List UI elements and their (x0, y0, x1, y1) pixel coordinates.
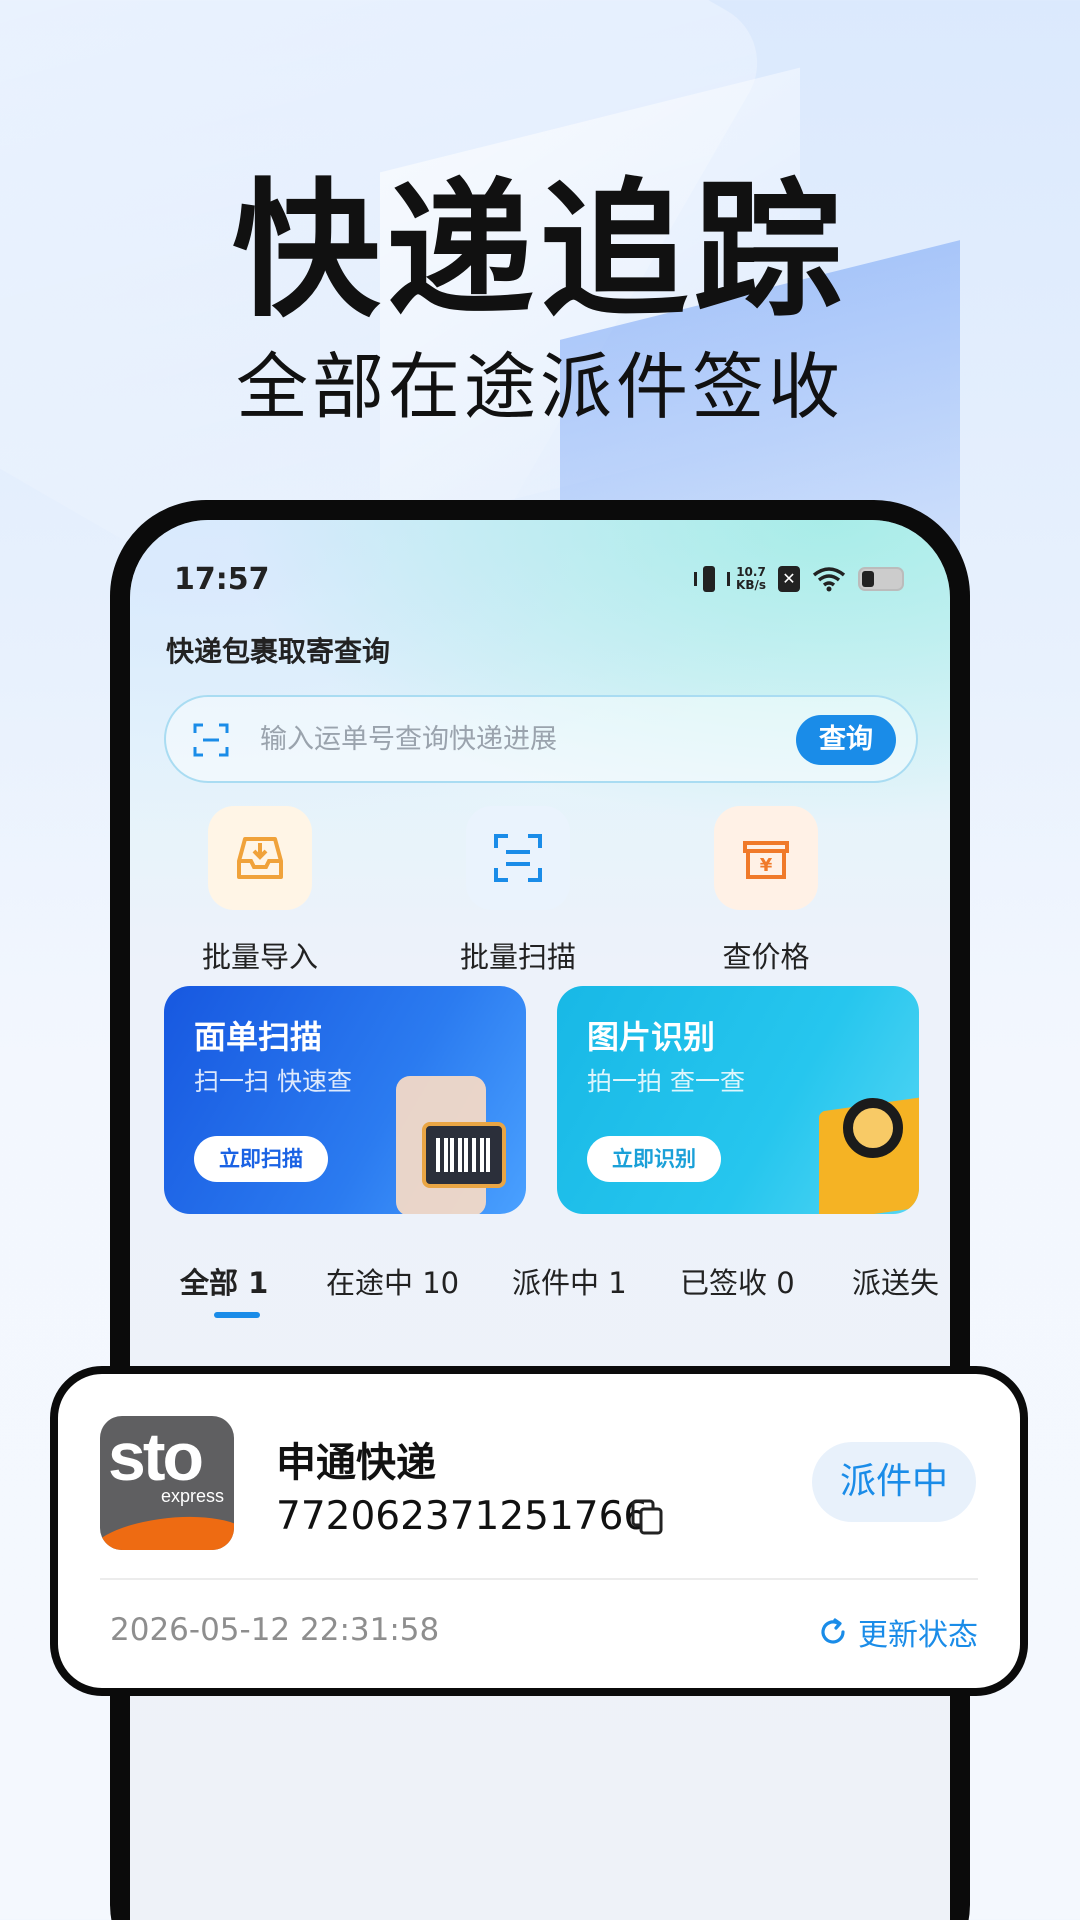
app-title: 快递包裹取寄查询 (166, 635, 391, 668)
banner-subtitle: 扫一扫 快速查 (194, 1067, 352, 1096)
battery-icon (858, 567, 904, 591)
tab-signed[interactable]: 已签收 0 (680, 1260, 795, 1302)
svg-text:¥: ¥ (760, 855, 773, 876)
quick-action-batch-scan[interactable]: 批量扫描 (418, 806, 618, 976)
shipment-card[interactable]: sto express 申通快递 772062371251766 派件中 202… (50, 1366, 1028, 1696)
refresh-label: 更新状态 (858, 1618, 978, 1653)
logo-text: sto (108, 1419, 204, 1495)
banner-title: 图片识别 (587, 1018, 716, 1056)
quick-action-label: 查价格 (722, 940, 810, 974)
sto-logo: sto express (100, 1416, 234, 1550)
quick-action-batch-import[interactable]: 批量导入 (160, 806, 360, 976)
refresh-icon (821, 1618, 845, 1644)
tab-in-transit[interactable]: 在途中 10 (326, 1260, 459, 1302)
banner-title: 面单扫描 (194, 1018, 323, 1056)
status-icons: 10.7 KB/s ✕ (694, 566, 904, 592)
quick-action-price[interactable]: ¥ 查价格 (666, 806, 866, 976)
divider (100, 1578, 978, 1580)
search-input[interactable] (260, 719, 760, 759)
phone-screen: 17:57 10.7 KB/s ✕ 快递包裹取寄查询 输入运单号查询快递进展 查… (130, 520, 950, 1920)
price-box-icon: ¥ (714, 806, 818, 910)
wifi-icon (812, 567, 846, 592)
scan-now-button[interactable]: 立即扫描 (194, 1136, 328, 1182)
tab-all[interactable]: 全部 1 (180, 1260, 268, 1302)
no-sim-icon: ✕ (778, 566, 800, 592)
search-button[interactable]: 查询 (796, 715, 896, 765)
banner-subtitle: 拍一拍 查一查 (587, 1067, 745, 1096)
status-bar: 17:57 10.7 KB/s ✕ (174, 562, 904, 602)
search-bar[interactable]: 查询 (164, 695, 918, 783)
logo-swoosh (100, 1509, 234, 1550)
banner-label-scan[interactable]: 面单扫描 扫一扫 快速查 立即扫描 (164, 986, 526, 1214)
tab-delivering[interactable]: 派件中 1 (512, 1260, 627, 1302)
hero-subtitle: 全部在途派件签收 (235, 345, 844, 429)
tab-failed[interactable]: 派送失 (852, 1260, 939, 1302)
net-speed: 10.7 KB/s (736, 566, 766, 592)
copy-icon[interactable] (630, 1498, 664, 1536)
quick-action-label: 批量扫描 (459, 940, 576, 974)
banner-image-recognition[interactable]: 图片识别 拍一拍 查一查 立即识别 (557, 986, 919, 1214)
carrier-name: 申通快递 (276, 1440, 436, 1486)
active-tab-indicator (214, 1312, 260, 1318)
refresh-status-button[interactable]: 更新状态 (818, 1610, 978, 1654)
tracking-number: 772062371251766 (276, 1494, 649, 1539)
quick-action-label: 批量导入 (201, 940, 318, 974)
update-timestamp: 2026-05-12 22:31:58 (110, 1612, 440, 1648)
barcode-illustration (422, 1122, 506, 1188)
scan-icon (466, 806, 570, 910)
scan-icon[interactable] (192, 721, 230, 759)
hero-title: 快递追踪 (232, 165, 848, 337)
status-tabs: 全部 1 在途中 10 派件中 1 已签收 0 派送失 (130, 1260, 950, 1320)
net-speed-unit: KB/s (736, 578, 766, 592)
logo-subtext: express (160, 1486, 224, 1506)
phone-frame: 17:57 10.7 KB/s ✕ 快递包裹取寄查询 输入运单号查询快递进展 查… (110, 500, 970, 1920)
status-badge: 派件中 (812, 1442, 976, 1522)
magnifier-icon (843, 1098, 903, 1158)
recognize-now-button[interactable]: 立即识别 (587, 1136, 721, 1182)
inbox-download-icon (208, 806, 312, 910)
vibrate-icon (694, 566, 731, 592)
status-time: 17:57 (174, 562, 270, 597)
